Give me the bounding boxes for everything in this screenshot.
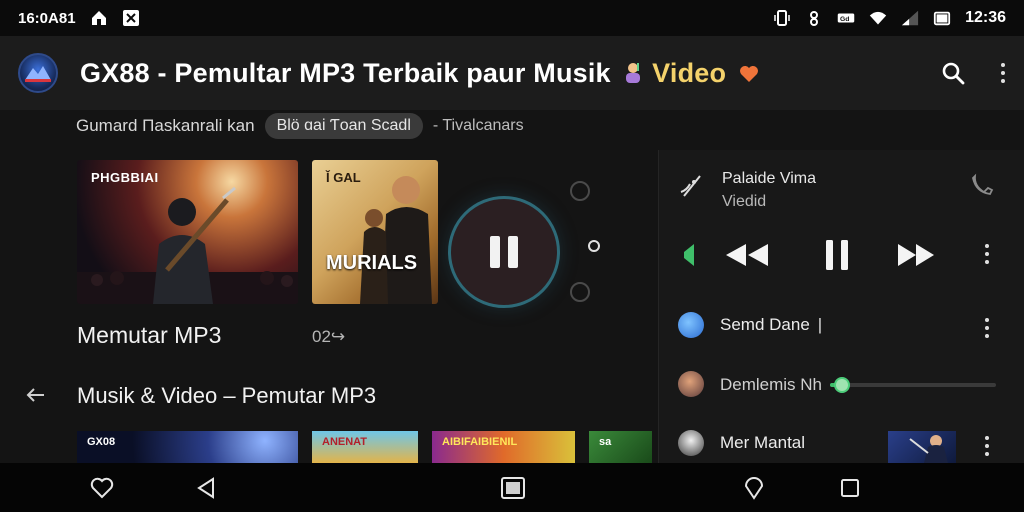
heart-outline-icon[interactable] (89, 475, 115, 501)
section2-title: Musik & Video – Pemutar MP3 (77, 383, 377, 408)
thumb-2[interactable]: ANENAT (312, 431, 418, 463)
status-left-text: 16:0A81 (18, 9, 76, 27)
row-2-avatar (678, 371, 704, 397)
row-3-more-icon[interactable] (984, 436, 990, 456)
music-emoji-icon (622, 61, 644, 85)
album-card-2-title: MURIALS (326, 252, 418, 274)
pause-button[interactable] (822, 238, 852, 272)
row-1-avatar (678, 312, 704, 338)
wifi-icon (869, 9, 887, 27)
pause-icon (490, 236, 518, 268)
row-1-label[interactable]: Semd Dane | (720, 315, 822, 335)
back-nav-icon[interactable] (193, 475, 219, 501)
vibrate-icon (773, 9, 791, 27)
rewind-button[interactable] (724, 238, 770, 272)
heart-icon (738, 61, 760, 83)
logo-icon[interactable] (18, 53, 58, 93)
thumb-3-title: AIBIFAIBIENIL (442, 436, 518, 448)
app-title-tail: Video (652, 57, 727, 88)
home-icon (90, 9, 108, 27)
signal-icon (901, 9, 919, 27)
row-1-label-text: Semd Dane (720, 315, 810, 334)
row-2-label[interactable]: Demlemis Nh (720, 375, 822, 395)
row-1-more-icon[interactable] (984, 318, 990, 338)
indicator-dot (588, 240, 600, 252)
battery-icon (933, 9, 951, 27)
home-nav-icon[interactable] (500, 475, 526, 501)
settings-icon (805, 9, 823, 27)
big-pause-button[interactable] (448, 196, 560, 308)
album-card-2[interactable]: Ǐ GAL MURIALS (312, 160, 438, 304)
search-icon[interactable] (940, 60, 966, 86)
tab-extra[interactable]: - Tivalcanars (433, 117, 524, 135)
status-bar: 16:0A81 Gd 12:36 (0, 0, 1024, 36)
thumb-2-title: ANENAT (322, 436, 368, 448)
now-playing-title: Palaide Vima (722, 170, 816, 187)
player-more-icon[interactable] (984, 244, 990, 264)
no-cast-icon[interactable] (678, 172, 706, 203)
fast-forward-button[interactable] (896, 238, 936, 272)
svg-text:Gd: Gd (840, 16, 849, 23)
more-vert-icon[interactable] (1000, 63, 1006, 83)
progress-knob[interactable] (833, 377, 850, 393)
phone-icon[interactable] (970, 172, 996, 201)
now-playing-subtitle: Viedid (722, 193, 767, 210)
section-label: Memutar MP3 (77, 322, 222, 348)
artist-figure (360, 176, 432, 304)
tab-chip[interactable]: Blö ɑai Ƭoan Scadl (264, 113, 423, 139)
back-arrow-icon[interactable] (24, 383, 48, 412)
fast-forward-icon (898, 244, 934, 266)
navigation-bar (0, 463, 1024, 512)
tabs-row: Gumard Πaskanrali kan Blö ɑai Ƭoan Scadl… (76, 112, 524, 140)
text-cursor: | (817, 315, 823, 334)
thumb-4[interactable]: sa (589, 431, 652, 463)
location-icon[interactable] (741, 475, 767, 501)
pause-small-icon (826, 240, 848, 270)
volume-icon[interactable] (680, 238, 696, 272)
recents-nav-icon[interactable] (837, 475, 863, 501)
app-title: GX88 - Pemultar MP3 Terbaik paur Musik V… (80, 58, 760, 89)
thumb-1[interactable]: GX08 (77, 431, 298, 463)
app-title-text: GX88 - Pemultar MP3 Terbaik paur Musik (80, 57, 611, 88)
thumb-1-title: GX08 (87, 436, 116, 448)
row-3-label[interactable]: Mer Mantal (720, 433, 805, 453)
ring-top (570, 181, 590, 201)
thumb-4-title: sa (599, 436, 612, 448)
app-bar: GX88 - Pemultar MP3 Terbaik paur Musik V… (0, 36, 1024, 110)
thumb-3[interactable]: AIBIFAIBIENIL (432, 431, 575, 463)
rewind-icon (726, 244, 768, 266)
ring-bottom (570, 282, 590, 302)
progress-track[interactable] (830, 377, 996, 393)
row-3-avatar (678, 430, 704, 456)
tab-label[interactable]: Gumard Πaskanrali kan (76, 116, 255, 136)
battery-saver-icon: Gd (837, 9, 855, 27)
performer-figure (77, 186, 298, 304)
app-icon (122, 9, 140, 27)
count-label: 02↪ (312, 327, 346, 346)
row-3-thumbnail (888, 431, 956, 463)
status-time: 12:36 (965, 9, 1006, 26)
album-card-1[interactable]: PHGBBIAI (77, 160, 298, 304)
